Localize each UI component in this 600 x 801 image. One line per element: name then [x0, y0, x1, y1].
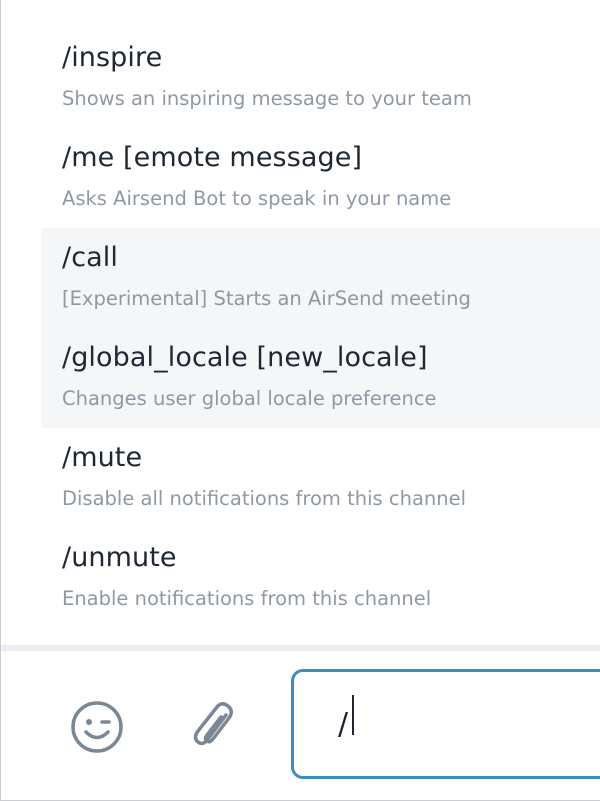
command-description: Changes user global locale preference [62, 387, 437, 410]
attach-file-button[interactable] [185, 697, 245, 757]
command-name: /inspire [62, 42, 163, 73]
command-item-me[interactable]: /me [emote message] Asks Airsend Bot to … [41, 128, 600, 228]
command-item-call[interactable]: /call [Experimental] Starts an AirSend m… [41, 228, 600, 328]
command-item-mute[interactable]: /mute Disable all notifications from thi… [41, 428, 600, 528]
command-name: /call [62, 242, 118, 273]
emoji-button[interactable] [67, 697, 127, 757]
command-description: [Experimental] Starts an AirSend meeting [62, 287, 471, 310]
text-cursor [352, 695, 354, 735]
command-item-global-locale[interactable]: /global_locale [new_locale] Changes user… [41, 328, 600, 428]
command-item-inspire[interactable]: /inspire Shows an inspiring message to y… [41, 28, 600, 128]
command-description: Disable all notifications from this chan… [62, 487, 467, 510]
command-name: /global_locale [new_locale] [62, 342, 428, 373]
command-description: Asks Airsend Bot to speak in your name [62, 187, 452, 210]
command-name: /unmute [62, 542, 177, 573]
paperclip-icon [193, 702, 233, 746]
command-name: /mute [62, 442, 143, 473]
command-item-unmute[interactable]: /unmute Enable notifications from this c… [41, 528, 600, 628]
command-description: Enable notifications from this channel [62, 587, 432, 610]
message-input[interactable] [291, 669, 600, 779]
smiley-face-icon [71, 701, 123, 753]
command-list: /inspire Shows an inspiring message to y… [41, 28, 600, 628]
message-composer [1, 651, 600, 800]
command-description: Shows an inspiring message to your team [62, 87, 472, 110]
command-name: /me [emote message] [62, 142, 363, 173]
command-autocomplete-panel: /inspire Shows an inspiring message to y… [0, 0, 600, 801]
